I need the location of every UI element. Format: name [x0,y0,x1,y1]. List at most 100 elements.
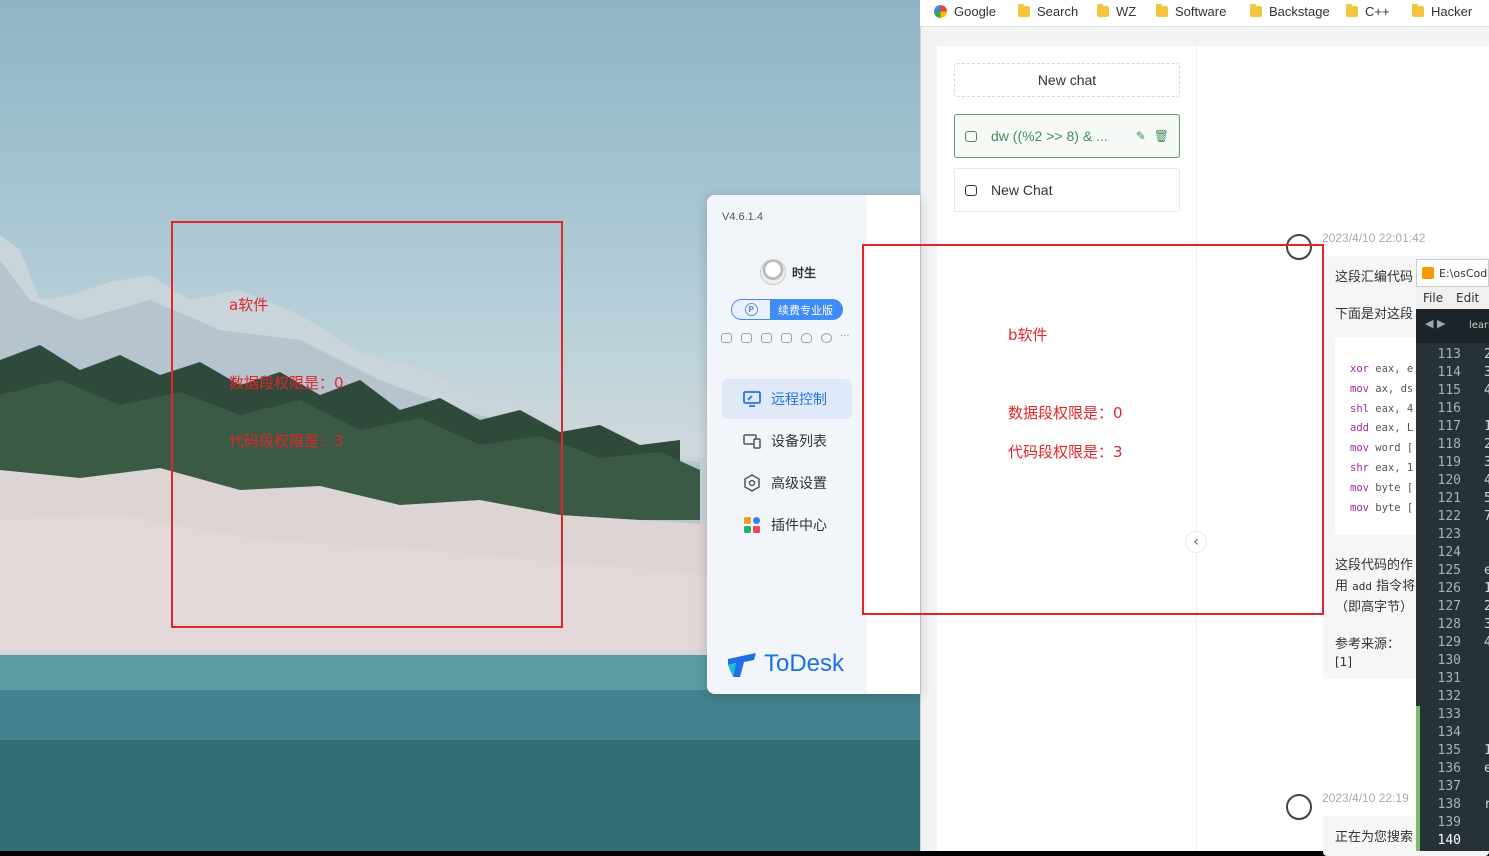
bookmark-label: C++ [1365,4,1390,19]
screen-icon[interactable] [741,333,752,343]
nav-advanced-settings[interactable]: 高级设置 [722,463,852,503]
monitor-icon [743,391,761,407]
bookmark-cpp[interactable]: C++ [1346,4,1390,19]
code-text[interactable]: 3 [1484,617,1489,632]
code-text[interactable]: 5 [1484,491,1489,506]
chat-icon [965,130,977,142]
code-keyword: add [1350,422,1369,434]
google-icon [934,5,947,18]
vip-p-icon: P [744,303,758,316]
inline-code: add [1352,580,1373,593]
bookmark-wz[interactable]: WZ [1097,4,1136,19]
code-text[interactable]: 4 [1484,383,1489,398]
nav-device-list[interactable]: 设备列表 [722,421,852,461]
editor-title-bar: E:\osCod [1416,259,1489,287]
code-operands: byte [ [1368,502,1414,514]
line-number: 139 [1437,815,1461,830]
bookmark-software[interactable]: Software [1156,4,1226,19]
bookmark-hacker[interactable]: Hacker [1412,4,1472,19]
line-number: 140 [1437,833,1461,848]
code-line: mov ax, ds [1350,383,1413,395]
line-number: 118 [1437,437,1461,452]
line-number: 124 [1437,545,1461,560]
line-number: 125 [1437,563,1461,578]
line-number: 131 [1437,671,1461,686]
line-number: 116 [1437,401,1461,416]
settings-icon [743,474,761,492]
code-text[interactable]: 3 [1484,365,1489,380]
avatar[interactable] [760,259,786,285]
code-text[interactable]: 2 [1484,599,1489,614]
code-line: shl eax, 4 [1350,403,1413,415]
folder-icon [1412,4,1424,17]
chat-item-active[interactable]: dw ((%2 >> 8) & ... ✎ 🗑 [954,114,1180,158]
line-number: 138 [1437,797,1461,812]
folder-icon [1156,4,1168,17]
code-line: mov word [ [1350,442,1413,454]
plugins-icon [743,517,761,533]
code-operands: eax, 1 [1368,462,1414,474]
bookmark-google[interactable]: Google [934,4,996,19]
todesk-logo: ToDesk [726,650,844,678]
editor-tab[interactable]: learn [1469,320,1489,331]
code-operands: eax, 4 [1368,403,1414,415]
bookmark-search[interactable]: Search [1018,4,1078,19]
bookmark-backstage[interactable]: Backstage [1250,4,1330,19]
bookmarks-bar: Google Search WZ Software Backstage C++ … [920,0,1489,27]
code-text[interactable]: 1 [1484,419,1489,434]
folder-icon [1018,4,1030,17]
message-text-part: 指令将 [1372,579,1416,594]
image-icon[interactable] [761,333,772,343]
annotation-b-title: b软件 [1008,326,1048,344]
vip-badge-icon-area: P [732,300,770,319]
code-text[interactable]: e [1484,761,1489,776]
more-icon[interactable]: ··· [840,331,850,342]
delete-icon[interactable]: 🗑 [1154,129,1169,143]
nav-remote-control[interactable]: 远程控制 [722,379,852,419]
folder-icon [1250,4,1262,17]
menu-edit[interactable]: Edit [1456,291,1479,305]
nav-plugin-center[interactable]: 插件中心 [722,505,852,545]
reference-link[interactable]: [1] [1335,655,1352,669]
new-chat-button[interactable]: New chat [954,63,1180,97]
tab-nav-arrows-icon[interactable]: ◀ ▶ [1425,317,1445,330]
code-keyword: mov [1350,442,1369,454]
code-text[interactable]: 3 [1484,455,1489,470]
code-text[interactable]: 2 [1484,437,1489,452]
code-text[interactable]: 2 [1484,347,1489,362]
app-version: V4.6.1.4 [722,211,763,223]
line-number: 117 [1437,419,1461,434]
folder-icon [1346,4,1358,17]
copy-icon[interactable] [781,333,792,343]
nav-label: 高级设置 [771,476,827,492]
code-text[interactable]: 1 [1484,581,1489,596]
code-text[interactable]: e [1484,563,1489,578]
code-text[interactable]: 4 [1484,635,1489,650]
nav-label: 插件中心 [771,518,827,534]
code-text[interactable]: 4 [1484,473,1489,488]
line-number: 126 [1437,581,1461,596]
message-text: 用 add 指令将 [1335,575,1415,594]
code-keyword: xor [1350,363,1369,375]
editor-title: E:\osCod [1439,266,1488,280]
code-text[interactable]: r [1484,797,1489,812]
menu-file[interactable]: File [1423,291,1443,305]
chat-item-new-chat[interactable]: New Chat [954,168,1180,212]
line-number: 120 [1437,473,1461,488]
edit-icon[interactable]: ✎ [1136,129,1146,143]
gamepad-icon[interactable] [721,333,732,343]
code-keyword: mov [1350,482,1369,494]
line-number: 123 [1437,527,1461,542]
line-number: 121 [1437,491,1461,506]
hexagon-icon[interactable] [821,333,832,343]
vip-renew-button[interactable]: P 续费专业版 [731,299,843,320]
code-text[interactable]: 1 [1484,743,1489,758]
nav-label: 设备列表 [771,434,827,450]
message-timestamp: 2023/4/10 22:19 [1322,791,1409,805]
bell-icon[interactable] [801,333,812,343]
line-number: 135 [1437,743,1461,758]
code-text[interactable]: 7 [1484,509,1489,524]
vip-label: 续费专业版 [778,303,833,317]
assistant-avatar-icon [1286,794,1312,820]
bookmark-label: WZ [1116,4,1137,19]
